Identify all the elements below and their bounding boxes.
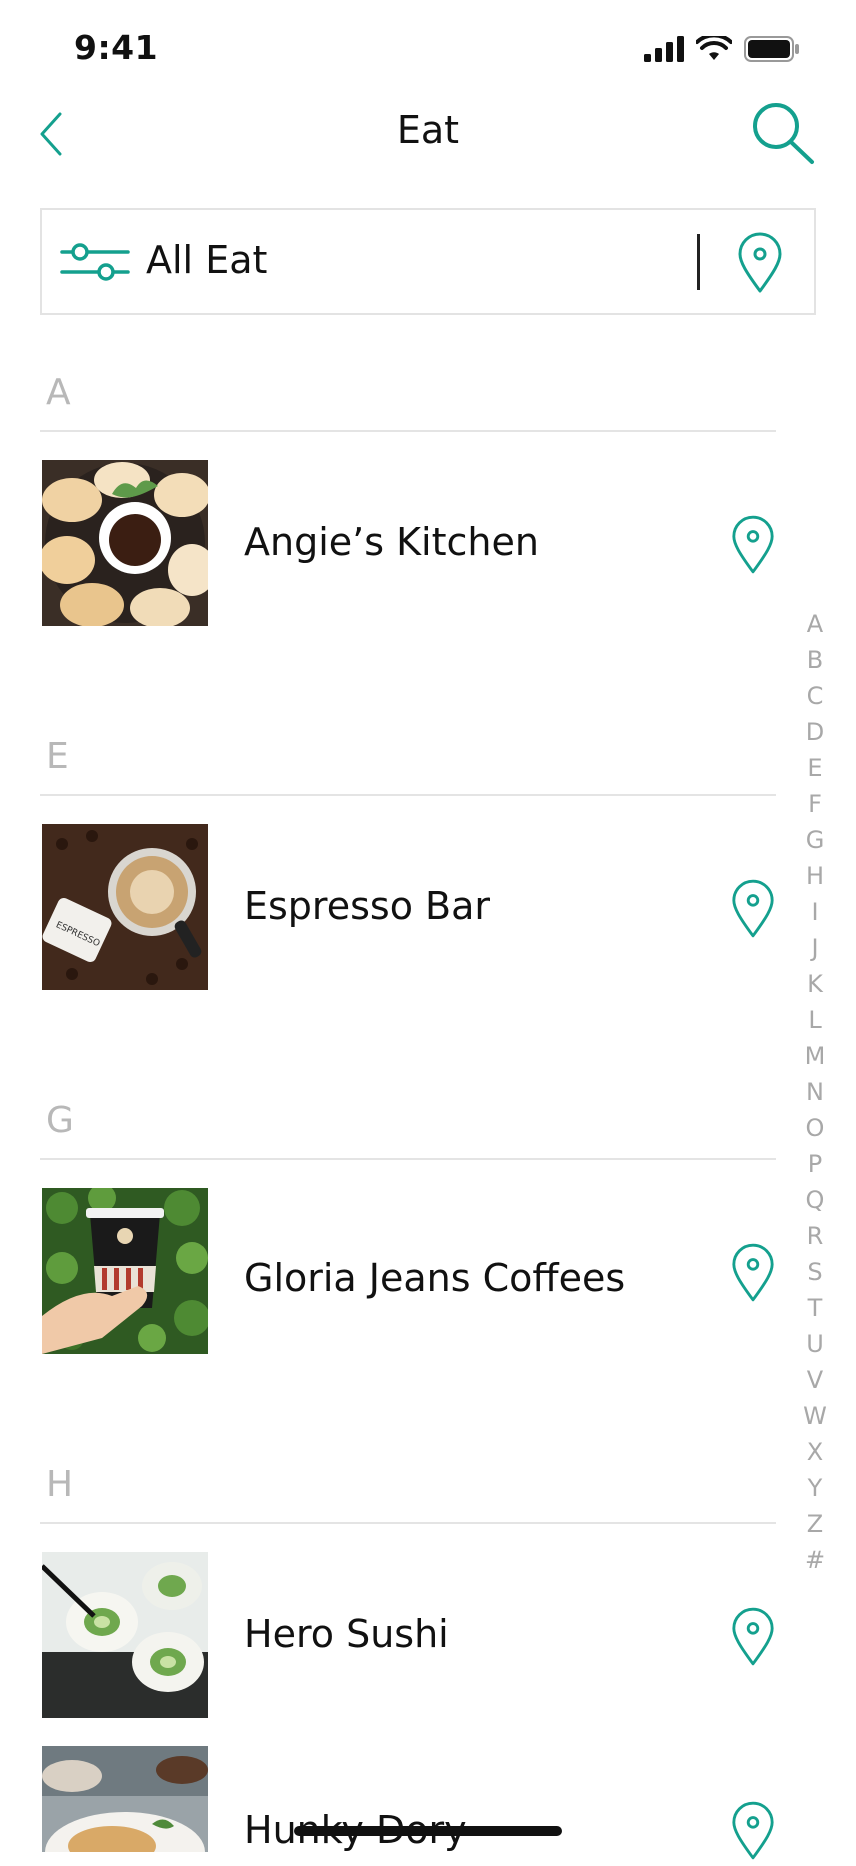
thumbnail-espresso-bar[interactable]: ESPRESSO xyxy=(42,824,208,990)
map-pin-icon xyxy=(732,1801,774,1860)
thumbnail-hunky-dory[interactable] xyxy=(42,1746,208,1852)
index-letter-p[interactable]: P xyxy=(800,1146,830,1182)
index-letter-e[interactable]: E xyxy=(800,750,830,786)
index-letter-r[interactable]: R xyxy=(800,1218,830,1254)
section-header-h: H xyxy=(46,1464,74,1505)
signal-icon xyxy=(644,36,684,62)
filter-label[interactable]: All Eat xyxy=(146,238,267,282)
map-view-button[interactable] xyxy=(736,232,784,294)
index-letter-o[interactable]: O xyxy=(800,1110,830,1146)
restaurant-name[interactable]: Angie’s Kitchen xyxy=(244,520,539,564)
index-letter-c[interactable]: C xyxy=(800,678,830,714)
index-letter-k[interactable]: K xyxy=(800,966,830,1002)
section-divider xyxy=(40,1158,776,1160)
dumplings-image xyxy=(42,460,208,626)
section-divider xyxy=(40,794,776,796)
index-letter-f[interactable]: F xyxy=(800,786,830,822)
map-pin-icon xyxy=(732,1607,774,1666)
section-header-g: G xyxy=(46,1100,74,1141)
index-letter-n[interactable]: N xyxy=(800,1074,830,1110)
map-pin-icon xyxy=(738,232,782,293)
index-letter-hash[interactable]: # xyxy=(800,1542,830,1578)
location-button[interactable] xyxy=(730,878,776,940)
filter-bar: All Eat xyxy=(40,208,816,315)
map-pin-icon xyxy=(732,879,774,938)
search-icon xyxy=(753,103,814,164)
plate-image xyxy=(42,1746,208,1852)
index-letter-u[interactable]: U xyxy=(800,1326,830,1362)
sushi-image xyxy=(42,1552,208,1718)
index-letter-l[interactable]: L xyxy=(800,1002,830,1038)
index-letter-v[interactable]: V xyxy=(800,1362,830,1398)
index-letter-x[interactable]: X xyxy=(800,1434,830,1470)
location-button[interactable] xyxy=(730,514,776,576)
restaurant-name[interactable]: Hero Sushi xyxy=(244,1612,449,1656)
index-letter-z[interactable]: Z xyxy=(800,1506,830,1542)
home-indicator[interactable] xyxy=(294,1826,562,1836)
index-letter-g[interactable]: G xyxy=(800,822,830,858)
index-letter-b[interactable]: B xyxy=(800,642,830,678)
index-letter-y[interactable]: Y xyxy=(800,1470,830,1506)
map-pin-icon xyxy=(732,1243,774,1302)
thumbnail-angies-kitchen[interactable] xyxy=(42,460,208,626)
index-letter-s[interactable]: S xyxy=(800,1254,830,1290)
section-header-e: E xyxy=(46,736,69,777)
sliders-icon xyxy=(60,243,130,281)
section-header-a: A xyxy=(46,372,71,413)
thumbnail-gloria-jeans[interactable] xyxy=(42,1188,208,1354)
section-divider xyxy=(40,1522,776,1524)
battery-icon xyxy=(744,36,799,62)
coffee-beans-image: ESPRESSO xyxy=(42,824,208,990)
restaurant-name[interactable]: Gloria Jeans Coffees xyxy=(244,1256,625,1300)
location-button[interactable] xyxy=(730,1242,776,1304)
index-letter-j[interactable]: J xyxy=(800,930,830,966)
index-letter-w[interactable]: W xyxy=(800,1398,830,1434)
index-letter-t[interactable]: T xyxy=(800,1290,830,1326)
search-button[interactable] xyxy=(750,100,816,166)
filter-divider xyxy=(697,234,700,290)
restaurant-name[interactable]: Espresso Bar xyxy=(244,884,490,928)
status-icons xyxy=(644,36,800,62)
location-button[interactable] xyxy=(730,1800,776,1862)
index-letter-q[interactable]: Q xyxy=(800,1182,830,1218)
status-time: 9:41 xyxy=(74,28,159,67)
index-letter-a[interactable]: A xyxy=(800,606,830,642)
index-letter-m[interactable]: M xyxy=(800,1038,830,1074)
alphabet-index[interactable]: A B C D E F G H I J K L M N O P Q R S T … xyxy=(800,606,830,1578)
index-letter-d[interactable]: D xyxy=(800,714,830,750)
section-divider xyxy=(40,430,776,432)
location-button[interactable] xyxy=(730,1606,776,1668)
thumbnail-hero-sushi[interactable] xyxy=(42,1552,208,1718)
map-pin-icon xyxy=(732,515,774,574)
coffee-cup-image xyxy=(42,1188,208,1354)
index-letter-i[interactable]: I xyxy=(800,894,830,930)
filter-button[interactable] xyxy=(60,240,130,284)
wifi-icon xyxy=(696,36,732,60)
index-letter-h[interactable]: H xyxy=(800,858,830,894)
page-title: Eat xyxy=(396,108,460,152)
